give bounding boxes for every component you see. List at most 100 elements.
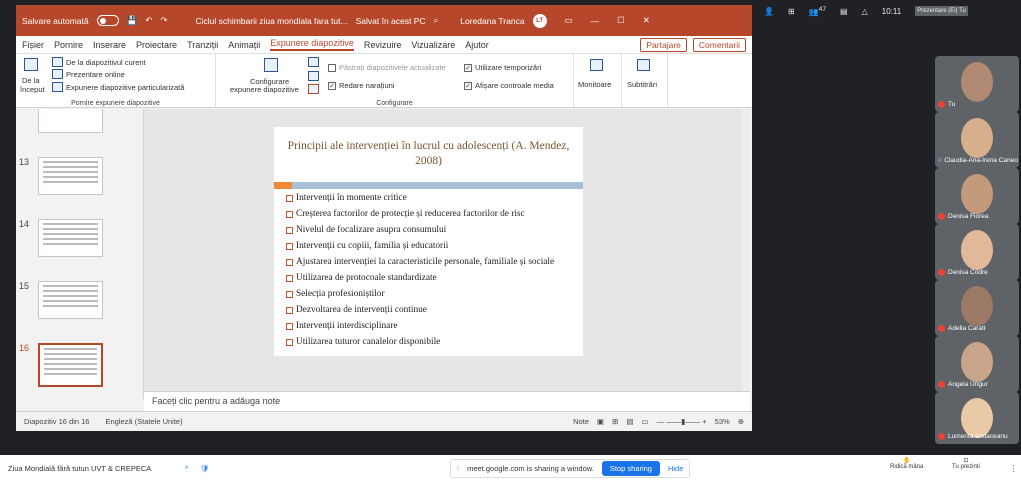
present-online-button[interactable]: Prezentare online bbox=[52, 69, 125, 79]
timings-checkbox[interactable]: ✓ Utilizare temporizări bbox=[464, 63, 541, 72]
sharing-text: meet.google.com is sharing a window. bbox=[467, 464, 594, 473]
tab-design[interactable]: Proiectare bbox=[136, 40, 177, 50]
from-current-button[interactable]: De la diapozitivul curent bbox=[52, 57, 146, 67]
comments-button[interactable]: Comentarii bbox=[692, 37, 746, 52]
undo-icon[interactable]: ↶ bbox=[145, 15, 152, 26]
search-icon[interactable]: ⌕ bbox=[434, 15, 439, 26]
tab-help[interactable]: Ajutor bbox=[465, 40, 489, 50]
rehearse-icon[interactable] bbox=[308, 71, 319, 81]
vertical-scrollbar[interactable] bbox=[742, 109, 750, 391]
from-start-label[interactable]: De la bbox=[22, 76, 40, 85]
from-start-icon[interactable] bbox=[24, 58, 38, 71]
autosave-label: Salvare automată bbox=[22, 15, 89, 26]
narration-checkbox[interactable]: ✓ Redare narațiuni bbox=[328, 81, 394, 90]
language[interactable]: Engleză (Statele Unite) bbox=[105, 417, 182, 426]
slide-thumbnail[interactable] bbox=[38, 109, 103, 133]
custom-show-button[interactable]: Expunere diapozitive particularizată bbox=[52, 82, 184, 92]
grid-icon[interactable]: ⊞ bbox=[788, 7, 795, 16]
participant-tile[interactable]: Angela Ungur bbox=[935, 336, 1019, 392]
autosave-toggle[interactable] bbox=[96, 15, 119, 26]
mic-off-icon bbox=[938, 213, 945, 220]
reading-view-icon[interactable]: ▤ bbox=[626, 417, 633, 426]
record-icon[interactable] bbox=[308, 84, 319, 94]
ribbon-group-start: De la început De la diapozitivul curent … bbox=[16, 54, 216, 108]
slide-number: 15 bbox=[19, 281, 30, 291]
zoom-slider[interactable]: — ——▮—— + bbox=[657, 417, 707, 426]
tab-slideshow[interactable]: Expunere diapozitive bbox=[270, 38, 354, 51]
media-controls-checkbox[interactable]: ✓ Afișare controale media bbox=[464, 81, 554, 90]
tab-home[interactable]: Pornire bbox=[54, 40, 83, 50]
participants-icon[interactable]: 👥47 bbox=[809, 6, 826, 17]
slide-thumbnail[interactable] bbox=[38, 281, 103, 319]
keep-updated-checkbox[interactable]: Păstrați diapozitivele actualizate bbox=[328, 63, 446, 72]
participant-tile[interactable]: ıl Claudia-Ana-Irena Caneo bbox=[935, 112, 1019, 168]
ribbon-display-icon[interactable]: ▭ bbox=[565, 15, 573, 26]
menu-bar: Fișier Pornire Inserare Proiectare Tranz… bbox=[16, 36, 752, 54]
user-avatar[interactable]: LT bbox=[532, 13, 547, 28]
present-now-button[interactable]: ⊡ Tu prezinti bbox=[952, 457, 980, 470]
slide-editor[interactable]: Principii ale intervenției în lucrul cu … bbox=[144, 109, 750, 391]
ribbon-group-subtitles: Subtitrări bbox=[622, 54, 668, 108]
participant-tile[interactable]: Lumerita Iordaceanu bbox=[935, 392, 1019, 444]
bullet-item: Intervenții interdisciplinare bbox=[286, 321, 576, 333]
monitors-button[interactable]: Monitoare bbox=[578, 80, 611, 89]
participant-tile[interactable]: Denisa Codre bbox=[935, 224, 1019, 280]
slide-icon bbox=[52, 57, 63, 67]
tab-animations[interactable]: Animații bbox=[228, 40, 260, 50]
slide-thumbnail[interactable] bbox=[38, 157, 103, 195]
participant-tile[interactable]: Tu bbox=[935, 56, 1019, 112]
normal-view-icon[interactable]: ▣ bbox=[597, 417, 604, 426]
thumbnail-pane[interactable]: 13 14 15 16 bbox=[16, 109, 144, 399]
minimize-icon[interactable]: — bbox=[591, 16, 600, 26]
mic-off-icon bbox=[938, 269, 945, 276]
subtitles-icon[interactable] bbox=[637, 59, 650, 71]
monitor-icon[interactable] bbox=[590, 59, 603, 71]
chevron-up-icon[interactable]: ^ bbox=[185, 464, 189, 473]
tab-transitions[interactable]: Tranziții bbox=[187, 40, 218, 50]
mic-off-icon bbox=[938, 325, 945, 332]
people-icon[interactable]: 👤 bbox=[764, 7, 774, 16]
setup-icon[interactable] bbox=[264, 58, 278, 72]
tab-view[interactable]: Vizualizare bbox=[411, 40, 455, 50]
bullet-list[interactable]: Intervenții în momente critice Creșterea… bbox=[286, 193, 576, 353]
slideshow-view-icon[interactable]: ▭ bbox=[641, 417, 648, 426]
hide-button[interactable]: Hide bbox=[668, 464, 683, 473]
meeting-title[interactable]: Ziua Mondială fără tutun UVT & CREPECA bbox=[8, 464, 151, 473]
powerpoint-window: Salvare automată 💾 ↶ ↷ Ciclul schimbarii… bbox=[16, 5, 752, 431]
share-button[interactable]: Partajare bbox=[640, 37, 687, 52]
slide-title[interactable]: Principii ale intervenției în lucrul cu … bbox=[274, 139, 583, 169]
slide-thumbnail[interactable] bbox=[38, 219, 103, 257]
drag-handle-icon[interactable]: ⁞ bbox=[457, 464, 459, 473]
bullet-item: Intervenții cu copiii, familia și educat… bbox=[286, 241, 576, 253]
save-status[interactable]: Salvat în acest PC bbox=[356, 16, 426, 26]
sorter-view-icon[interactable]: ⊞ bbox=[612, 417, 618, 426]
notes-pane[interactable]: Faceți clic pentru a adăuga note bbox=[144, 391, 750, 411]
hide-slide-icon[interactable] bbox=[308, 57, 319, 67]
from-start-label-2[interactable]: început bbox=[20, 85, 45, 94]
setup-label-2[interactable]: expunere diapozitive bbox=[230, 85, 299, 94]
activities-icon[interactable]: △ bbox=[862, 7, 868, 16]
current-slide[interactable]: Principii ale intervenției în lucrul cu … bbox=[274, 127, 583, 356]
maximize-icon[interactable]: ☐ bbox=[617, 15, 625, 26]
tab-insert[interactable]: Inserare bbox=[93, 40, 126, 50]
zoom-level[interactable]: 53% bbox=[715, 417, 730, 426]
group-label-setup: Configurare bbox=[376, 100, 413, 107]
subtitles-button[interactable]: Subtitrări bbox=[627, 80, 657, 89]
raise-hand-button[interactable]: ✋ Ridică mâna bbox=[890, 457, 923, 470]
bullet-item: Intervenții în momente critice bbox=[286, 193, 576, 205]
redo-icon[interactable]: ↷ bbox=[160, 15, 167, 26]
more-options-icon[interactable]: ⋮ bbox=[1010, 464, 1018, 473]
slide-thumbnail-selected[interactable] bbox=[38, 343, 103, 387]
participant-tile[interactable]: Adelia Caratt bbox=[935, 280, 1019, 336]
chat-icon[interactable]: ▤ bbox=[840, 7, 848, 16]
shield-icon[interactable]: 🛡 bbox=[200, 464, 210, 473]
fit-slide-icon[interactable]: ⊕ bbox=[738, 417, 744, 426]
save-icon[interactable]: 💾 bbox=[127, 15, 138, 26]
close-icon[interactable]: ✕ bbox=[643, 15, 650, 26]
notes-button[interactable]: Note bbox=[573, 417, 589, 426]
doc-title: Ciclul schimbarii ziua mondiala fara tut… bbox=[195, 15, 348, 26]
tab-review[interactable]: Revizuire bbox=[364, 40, 402, 50]
tab-file[interactable]: Fișier bbox=[22, 40, 44, 50]
stop-sharing-button[interactable]: Stop sharing bbox=[601, 461, 660, 476]
participant-tile[interactable]: Denisa Florea bbox=[935, 168, 1019, 224]
